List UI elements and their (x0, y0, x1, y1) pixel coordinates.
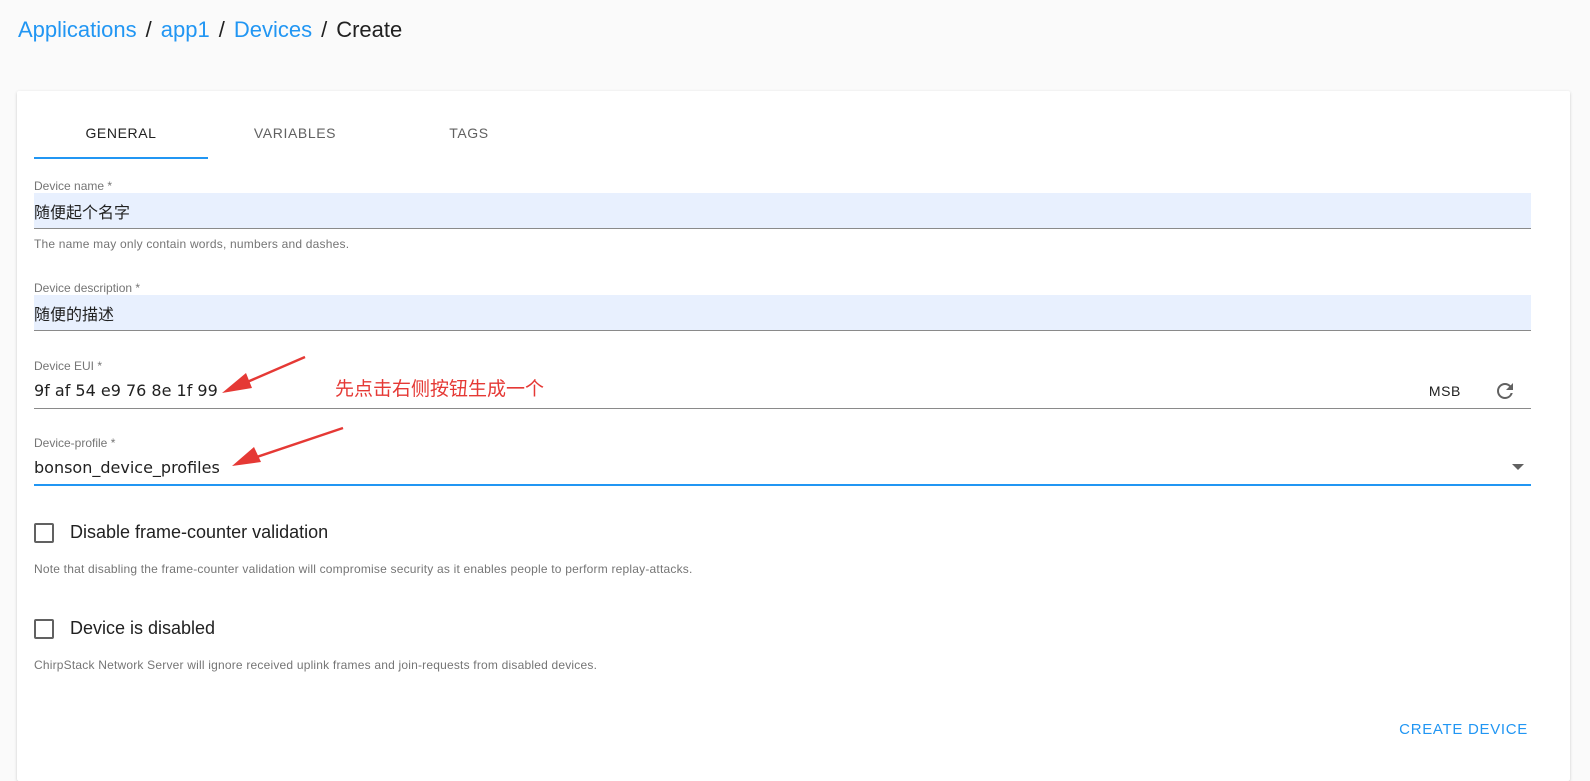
device-eui-field: Device EUI * MSB (34, 359, 1531, 409)
device-name-field: Device name * The name may only contain … (34, 179, 1531, 251)
device-profile-value[interactable] (34, 450, 1531, 486)
refresh-icon[interactable] (1493, 379, 1517, 403)
device-disabled-note: ChirpStack Network Server will ignore re… (34, 658, 598, 672)
tab-bar: General Variables Tags (34, 107, 574, 159)
device-profile-select[interactable] (34, 450, 1531, 486)
breadcrumb-separator: / (321, 17, 328, 42)
annotation-text: 先点击右侧按钮生成一个 (335, 378, 545, 400)
frame-counter-checkbox-row: Disable frame-counter validation (34, 522, 328, 543)
breadcrumb-applications-link[interactable]: Applications (18, 17, 137, 42)
device-eui-label: Device EUI * (34, 359, 103, 373)
device-name-input[interactable] (34, 193, 1531, 229)
breadcrumb: Applications / app1 / Devices / Create (18, 14, 402, 46)
tab-active-indicator (34, 157, 208, 159)
device-name-helper: The name may only contain words, numbers… (34, 237, 350, 251)
device-disabled-checkbox-row: Device is disabled (34, 618, 215, 639)
frame-counter-checkbox[interactable] (34, 522, 54, 543)
device-disabled-checkbox-label: Device is disabled (70, 618, 216, 638)
breadcrumb-devices-link[interactable]: Devices (234, 17, 312, 42)
frame-counter-checkbox-label: Disable frame-counter validation (70, 522, 329, 542)
breadcrumb-app-link[interactable]: app1 (161, 17, 210, 42)
device-description-input[interactable] (34, 295, 1531, 331)
tab-variables[interactable]: Variables (208, 107, 382, 159)
breadcrumb-separator: / (218, 17, 225, 42)
byte-order-toggle[interactable]: MSB (1429, 383, 1461, 399)
tab-general[interactable]: General (34, 107, 208, 159)
breadcrumb-current: Create (336, 17, 403, 42)
arrow-drop-down-icon[interactable] (1511, 462, 1525, 472)
breadcrumb-separator: / (145, 17, 152, 42)
device-description-label: Device description * (34, 281, 141, 295)
device-eui-input[interactable] (34, 373, 1531, 409)
tab-tags[interactable]: Tags (382, 107, 556, 159)
device-description-field: Device description * (34, 281, 1531, 331)
device-eui-row: MSB (34, 373, 1531, 409)
frame-counter-note: Note that disabling the frame-counter va… (34, 562, 693, 576)
device-disabled-checkbox[interactable] (34, 618, 54, 639)
device-profile-field: Device-profile * (34, 436, 1531, 486)
create-device-button[interactable]: CREATE DEVICE (1399, 717, 1528, 742)
device-name-label: Device name * (34, 179, 113, 193)
device-form-card: General Variables Tags Device name * The… (17, 91, 1570, 781)
device-profile-label: Device-profile * (34, 436, 116, 450)
